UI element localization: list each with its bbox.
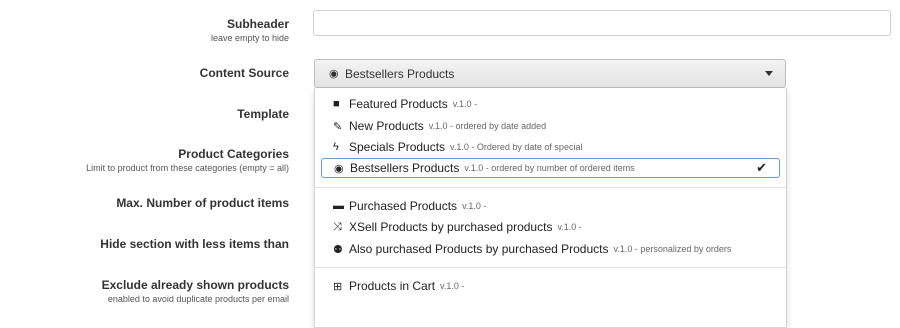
shuffle-icon: ⤨ xyxy=(333,220,342,233)
max-items-label-group: Max. Number of product items xyxy=(116,196,289,210)
option-meta: v.1.0 - ordered by date added xyxy=(428,121,547,131)
option-purchased-products[interactable]: ▬ Purchased Products v.1.0 - xyxy=(321,196,780,216)
bolt-icon: ϟ xyxy=(333,141,339,153)
product-categories-help: Limit to product from these categories (… xyxy=(86,163,289,173)
hide-section-label-group: Hide section with less items than xyxy=(100,237,289,251)
exclude-shown-label: Exclude already shown products xyxy=(101,278,289,292)
option-xsell-products[interactable]: ⤨ XSell Products by purchased products v… xyxy=(321,217,780,237)
users-icon: ⚉ xyxy=(333,243,343,256)
max-items-label: Max. Number of product items xyxy=(116,196,289,210)
content-source-label: Content Source xyxy=(199,66,289,80)
template-label: Template xyxy=(237,107,289,121)
subheader-label: Subheader xyxy=(226,17,289,31)
option-name: Also purchased Products by purchased Pro… xyxy=(349,242,609,256)
cart-icon: ▬ xyxy=(333,200,344,212)
bullseye-icon: ◉ xyxy=(329,68,339,80)
content-source-dropdown: ■ Featured Products v.1.0 - ✎ New Produc… xyxy=(314,88,787,328)
bookmark-icon: ■ xyxy=(333,98,340,110)
option-featured-products[interactable]: ■ Featured Products v.1.0 - xyxy=(321,94,780,114)
subheader-input[interactable] xyxy=(313,10,891,36)
subheader-label-group: Subheader leave empty to hide xyxy=(211,17,289,44)
option-name: Specials Products xyxy=(349,140,446,154)
option-bestsellers-products[interactable]: ◉ Bestsellers Products v.1.0 - ordered b… xyxy=(321,158,780,178)
option-meta: v.1.0 - xyxy=(557,222,582,232)
hide-section-label: Hide section with less items than xyxy=(100,237,289,251)
bullseye-icon: ◉ xyxy=(334,162,344,175)
option-meta: v.1.0 - Ordered by date of special xyxy=(450,142,583,152)
content-source-selected-value: Bestsellers Products xyxy=(345,66,455,81)
option-meta: v.1.0 - ordered by number of ordered ite… xyxy=(464,163,635,173)
product-categories-label: Product Categories xyxy=(178,147,289,161)
subheader-help: leave empty to hide xyxy=(210,33,289,43)
dropdown-divider xyxy=(315,267,786,268)
option-name: Featured Products xyxy=(349,97,448,111)
option-meta: v.1.0 - xyxy=(452,99,478,109)
caret-down-icon xyxy=(765,71,773,76)
option-name: New Products xyxy=(349,119,424,133)
option-new-products[interactable]: ✎ New Products v.1.0 - ordered by date a… xyxy=(321,116,780,136)
pen-new-icon: ✎ xyxy=(333,120,343,133)
content-source-select[interactable]: ◉ Bestsellers Products xyxy=(314,59,786,88)
option-specials-products[interactable]: ϟ Specials Products v.1.0 - Ordered by d… xyxy=(321,137,780,157)
option-name: Bestsellers Products xyxy=(350,161,460,175)
option-name: Purchased Products xyxy=(349,199,458,213)
exclude-shown-label-group: Exclude already shown products enabled t… xyxy=(102,278,289,305)
option-products-in-cart[interactable]: ⊞ Products in Cart v.1.0 - xyxy=(321,276,780,296)
option-meta: v.1.0 - xyxy=(462,201,487,211)
checkmark-icon: ✔ xyxy=(756,160,767,175)
option-meta: v.1.0 - personalized by orders xyxy=(613,244,732,254)
option-also-purchased-products[interactable]: ⚉ Also purchased Products by purchased P… xyxy=(321,239,780,259)
dropdown-divider xyxy=(315,187,786,188)
basket-icon: ⊞ xyxy=(333,280,343,293)
template-label-group: Template xyxy=(237,107,289,121)
option-meta: v.1.0 - xyxy=(440,281,465,291)
option-name: Products in Cart xyxy=(349,279,436,293)
content-source-label-group: Content Source xyxy=(200,66,289,80)
product-categories-label-group: Product Categories Limit to product from… xyxy=(86,147,289,174)
option-name: XSell Products by purchased products xyxy=(349,220,553,234)
